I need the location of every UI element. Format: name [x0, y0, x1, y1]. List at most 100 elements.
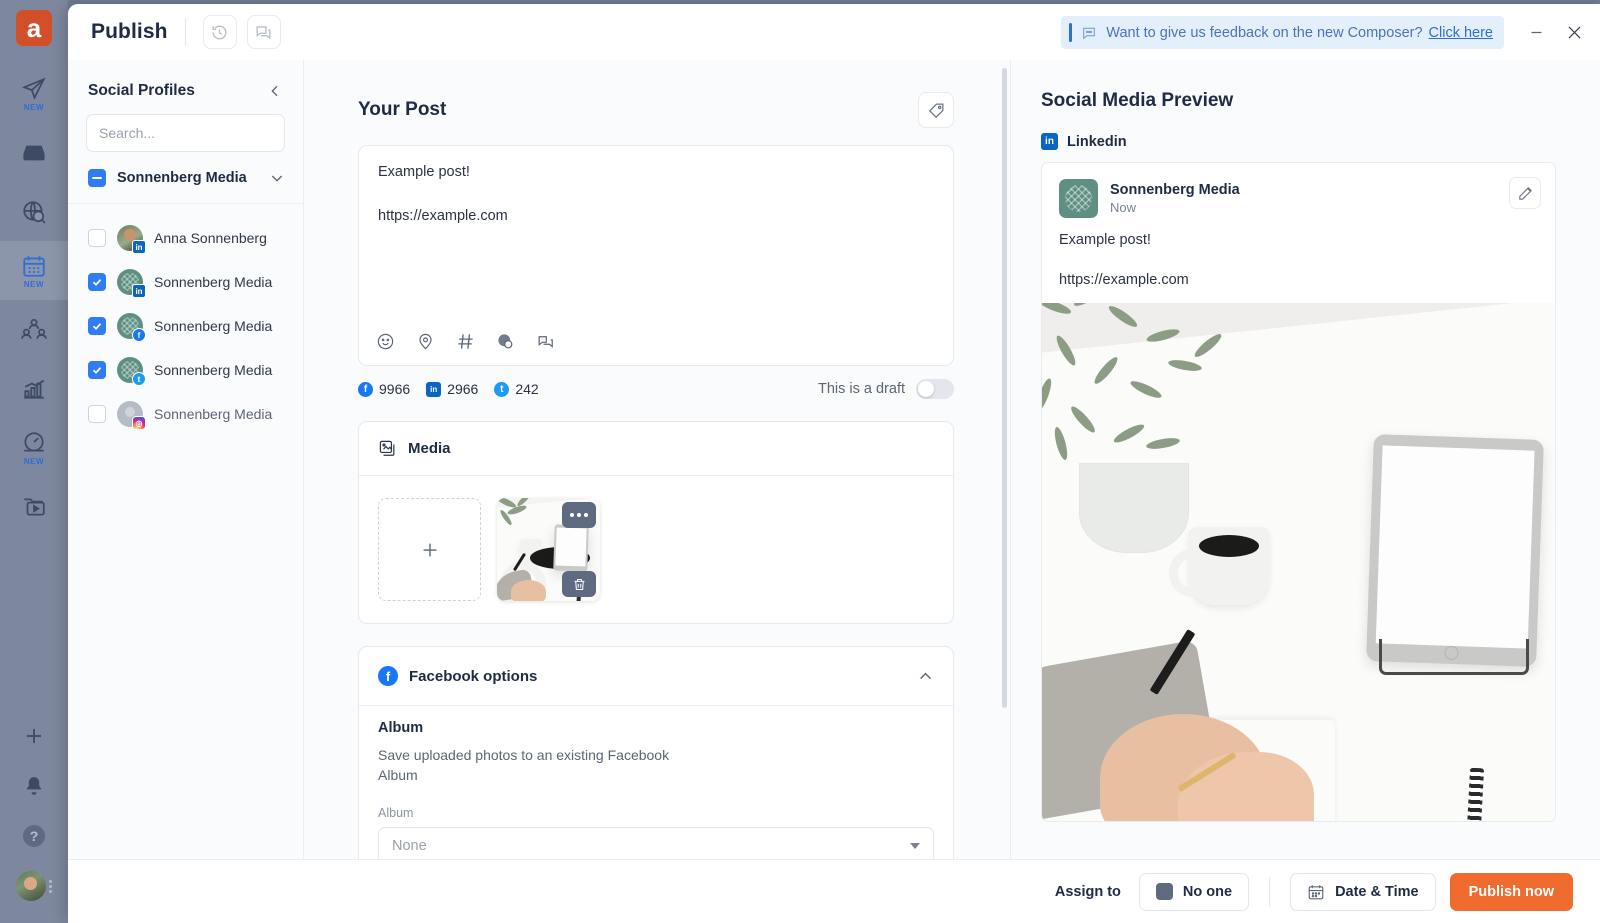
profile-checkbox[interactable]: [88, 361, 106, 379]
window-titlebar: Publish Want to give us feedback on the …: [68, 4, 1600, 60]
media-library-icon: [24, 498, 45, 515]
user-menu[interactable]: [0, 861, 68, 911]
profile-name: Sonnenberg Media: [154, 318, 273, 334]
sidebar-item-media-library[interactable]: [0, 477, 68, 536]
list-item[interactable]: in Sonnenberg Media: [68, 260, 303, 304]
social-profiles-panel: Social Profiles Sonnenberg Media: [68, 60, 304, 923]
collapse-profiles-button[interactable]: [267, 83, 283, 99]
add-plus-icon: [27, 729, 41, 743]
close-button[interactable]: [1560, 18, 1588, 46]
tag-button[interactable]: [918, 92, 954, 128]
feedback-banner[interactable]: Want to give us feedback on the new Comp…: [1061, 16, 1504, 49]
minimize-button[interactable]: [1522, 18, 1550, 46]
count-facebook: f 9966: [358, 381, 410, 397]
profile-name: Anna Sonnenberg: [154, 230, 267, 246]
list-item[interactable]: ◎ Sonnenberg Media: [68, 392, 303, 436]
user-avatar: [16, 871, 46, 901]
chevron-down-icon: [910, 842, 920, 849]
publish-icon: [21, 77, 46, 100]
hashtag-button[interactable]: [456, 332, 475, 351]
search-input[interactable]: [99, 125, 280, 141]
notifications-button[interactable]: [0, 761, 68, 811]
media-delete-button[interactable]: [562, 571, 596, 597]
rail-nav-list: NEW NEW NEW: [0, 64, 68, 536]
sidebar-item-inbox[interactable]: [0, 123, 68, 182]
center-scrollbar[interactable]: [1002, 68, 1007, 708]
list-item[interactable]: t Sonnenberg Media: [68, 348, 303, 392]
listening-globe-icon: [23, 200, 46, 223]
composer-body: Social Profiles Sonnenberg Media: [68, 60, 1600, 923]
feedback-text: Want to give us feedback on the new Comp…: [1106, 24, 1423, 41]
list-item[interactable]: in Anna Sonnenberg: [68, 216, 303, 260]
add-media-button[interactable]: [378, 498, 481, 601]
count-twitter: t 242: [494, 381, 539, 397]
profiles-search[interactable]: [86, 114, 285, 152]
post-heading: Your Post: [358, 99, 447, 120]
assignee-button[interactable]: No one: [1138, 872, 1250, 911]
first-comment-icon: [538, 336, 553, 348]
glass-vase: [1078, 463, 1189, 554]
preview-network-row: in Linkedin: [1041, 133, 1556, 150]
chevron-down-icon[interactable]: [269, 170, 285, 186]
post-text-line-2: https://example.com: [378, 207, 508, 224]
preview-network-label: Linkedin: [1067, 133, 1127, 150]
comments-button[interactable]: [246, 15, 281, 49]
calendar-icon: [1308, 884, 1324, 899]
profile-group-row[interactable]: Sonnenberg Media: [68, 152, 303, 204]
publish-now-button[interactable]: Publish now: [1449, 872, 1573, 911]
sidebar-item-engagement[interactable]: [0, 300, 68, 359]
media-card: Media: [358, 421, 954, 624]
rail-badge-new: NEW: [23, 102, 45, 112]
post-text-line-1: Example post!: [378, 164, 470, 180]
location-button[interactable]: [416, 332, 435, 351]
pencil-icon: [1518, 186, 1532, 200]
sidebar-item-analytics[interactable]: [0, 359, 68, 418]
facebook-options-card: f Facebook options Album Save uploaded p…: [358, 646, 954, 886]
twitter-icon: t: [494, 381, 510, 397]
emoji-button[interactable]: [376, 332, 395, 351]
history-button[interactable]: [202, 15, 237, 49]
feedback-link[interactable]: Click here: [1429, 25, 1493, 41]
sidebar-item-listening[interactable]: [0, 182, 68, 241]
link-shortener-icon: [498, 334, 513, 349]
benchmark-gauge-icon: [24, 431, 44, 451]
rail-badge-new: NEW: [23, 456, 45, 466]
analytics-bars-icon: [24, 379, 45, 399]
draft-toggle[interactable]: [916, 379, 954, 399]
sidebar-item-benchmark[interactable]: NEW: [0, 418, 68, 477]
sidebar-item-calendar[interactable]: NEW: [0, 241, 68, 300]
profile-checkbox[interactable]: [88, 317, 106, 335]
first-comment-button[interactable]: [536, 332, 555, 351]
notifications-bell-icon: [26, 777, 42, 795]
trash-icon: [574, 578, 584, 590]
add-plus-button[interactable]: [0, 711, 68, 761]
emoji-icon: [377, 333, 394, 350]
date-time-button[interactable]: Date & Time: [1290, 872, 1436, 911]
profile-checkbox[interactable]: [88, 405, 106, 423]
help-button[interactable]: ?: [0, 811, 68, 861]
twitter-badge-icon: t: [132, 372, 146, 386]
more-options-icon: [570, 513, 588, 517]
link-shortener-button[interactable]: [496, 332, 515, 351]
count-value: 242: [515, 381, 539, 397]
profile-checkbox[interactable]: [88, 229, 106, 247]
preview-edit-button[interactable]: [1509, 177, 1541, 209]
group-checkbox[interactable]: [88, 169, 106, 187]
sidebar-item-publish[interactable]: NEW: [0, 64, 68, 123]
media-thumbnail[interactable]: [497, 498, 600, 601]
accent-bar: [1069, 23, 1073, 42]
image-stack-icon: [379, 440, 395, 456]
chevron-up-icon[interactable]: [917, 668, 934, 685]
media-more-options-button[interactable]: [562, 502, 596, 528]
engagement-people-icon: [21, 318, 47, 339]
list-item[interactable]: f Sonnenberg Media: [68, 304, 303, 348]
counts-row: f 9966 in 2966 t 242 This is a draft: [358, 379, 954, 399]
more-options-icon[interactable]: [49, 879, 52, 893]
profile-checkbox[interactable]: [88, 273, 106, 291]
facebook-options-header[interactable]: f Facebook options: [359, 647, 953, 706]
publish-now-label: Publish now: [1468, 883, 1554, 900]
agorapulse-logo[interactable]: a: [16, 10, 52, 46]
tag-icon: [928, 103, 943, 118]
profile-group-name: Sonnenberg Media: [117, 170, 247, 186]
post-textarea[interactable]: Example post! https://example.com: [358, 145, 954, 366]
